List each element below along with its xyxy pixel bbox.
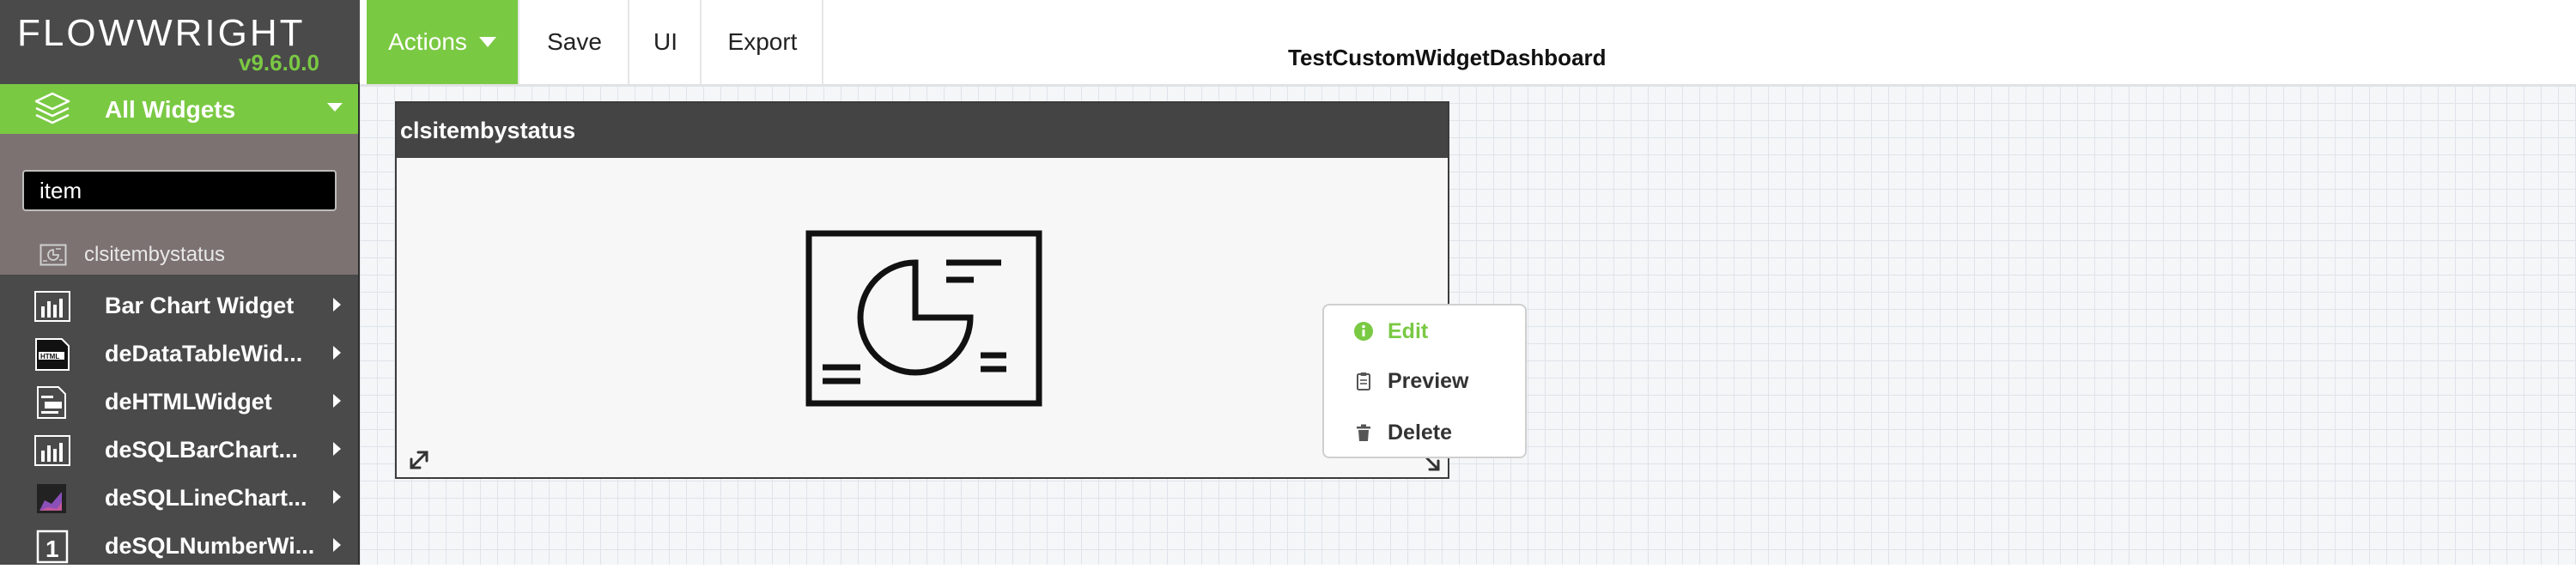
chevron-right-icon xyxy=(333,490,341,504)
actions-button[interactable]: Actions xyxy=(367,0,519,84)
widget-search-panel: clsitembystatus xyxy=(0,134,358,275)
sidebar-item-label: deSQLNumberWi... xyxy=(105,533,315,559)
logo-text: FLOWWRIGHT xyxy=(17,12,306,54)
html-doc-icon xyxy=(37,386,66,419)
number-one-icon: 1 xyxy=(36,530,69,564)
sidebar-item-desqlbarchart[interactable]: deSQLBarChart... xyxy=(0,425,358,473)
chevron-right-icon xyxy=(333,442,341,456)
html-file-icon: HTML xyxy=(35,338,70,371)
chevron-right-icon xyxy=(333,346,341,360)
delete-label: Delete xyxy=(1388,420,1453,445)
clipboard-icon xyxy=(1357,372,1370,390)
edit-label: Edit xyxy=(1388,318,1429,343)
widget-header[interactable]: clsitembystatus xyxy=(397,103,1448,158)
svg-text:HTML: HTML xyxy=(40,353,59,360)
toolbar: Actions Save UI Export xyxy=(360,0,2576,84)
dashboard-widget[interactable]: clsitembystatus xyxy=(395,101,1449,479)
sidebar-item-desqlnumberwidget[interactable]: 1 deSQLNumberWi... xyxy=(0,521,358,569)
widget-body[interactable] xyxy=(397,158,1448,477)
bar-chart-icon xyxy=(34,291,70,322)
search-result-item[interactable]: clsitembystatus xyxy=(39,240,225,269)
all-widgets-label: All Widgets xyxy=(105,96,236,123)
line-chart-icon xyxy=(37,484,66,513)
all-widgets-dropdown[interactable]: All Widgets xyxy=(0,84,358,134)
sidebar-item-label: Bar Chart Widget xyxy=(105,293,295,318)
pie-chart-icon xyxy=(39,244,67,266)
sidebar-item-dehtmlwidget[interactable]: deHTMLWidget xyxy=(0,377,358,425)
chevron-right-icon xyxy=(333,538,341,552)
chevron-right-icon xyxy=(333,298,341,312)
version-label: v9.6.0.0 xyxy=(239,50,319,76)
export-button[interactable]: Export xyxy=(703,0,823,84)
dashboard-title: TestCustomWidgetDashboard xyxy=(1288,45,1607,70)
bar-chart-icon xyxy=(34,435,70,466)
sidebar-item-bar-chart-widget[interactable]: Bar Chart Widget xyxy=(0,281,358,329)
logo: FLOWWRIGHT v9.6.0.0 xyxy=(0,0,360,82)
svg-text:1: 1 xyxy=(46,536,59,562)
pie-chart-icon xyxy=(805,230,1042,407)
save-button[interactable]: Save xyxy=(521,0,629,84)
expand-icon[interactable] xyxy=(407,448,431,472)
edit-menu-item[interactable]: Edit xyxy=(1353,314,1428,348)
sidebar-item-label: deHTMLWidget xyxy=(105,389,272,415)
chevron-right-icon xyxy=(333,394,341,408)
sidebar-item-label: deSQLBarChart... xyxy=(105,437,299,463)
search-result-label: clsitembystatus xyxy=(84,243,226,266)
sidebar: FLOWWRIGHT v9.6.0.0 All Widgets clsitemb… xyxy=(0,0,360,565)
sidebar-item-label: deDataTableWid... xyxy=(105,341,303,366)
delete-menu-item[interactable]: Delete xyxy=(1353,415,1452,450)
sidebar-item-dedatatablewidget[interactable]: HTML deDataTableWid... xyxy=(0,329,358,377)
actions-label: Actions xyxy=(388,28,467,55)
preview-label: Preview xyxy=(1388,368,1469,393)
caret-down-icon xyxy=(327,103,343,112)
ui-button[interactable]: UI xyxy=(631,0,702,84)
info-icon xyxy=(1354,322,1373,341)
caret-down-icon xyxy=(478,37,496,47)
layers-icon xyxy=(34,92,70,124)
widget-context-menu: Edit Preview Delete xyxy=(1322,304,1527,458)
preview-menu-item[interactable]: Preview xyxy=(1353,364,1469,398)
sidebar-item-desqllinechart[interactable]: deSQLLineChart... xyxy=(0,473,358,521)
trash-icon xyxy=(1357,424,1370,441)
widget-title: clsitembystatus xyxy=(400,117,576,143)
sidebar-item-label: deSQLLineChart... xyxy=(105,485,307,511)
widget-search-input[interactable] xyxy=(22,170,337,211)
